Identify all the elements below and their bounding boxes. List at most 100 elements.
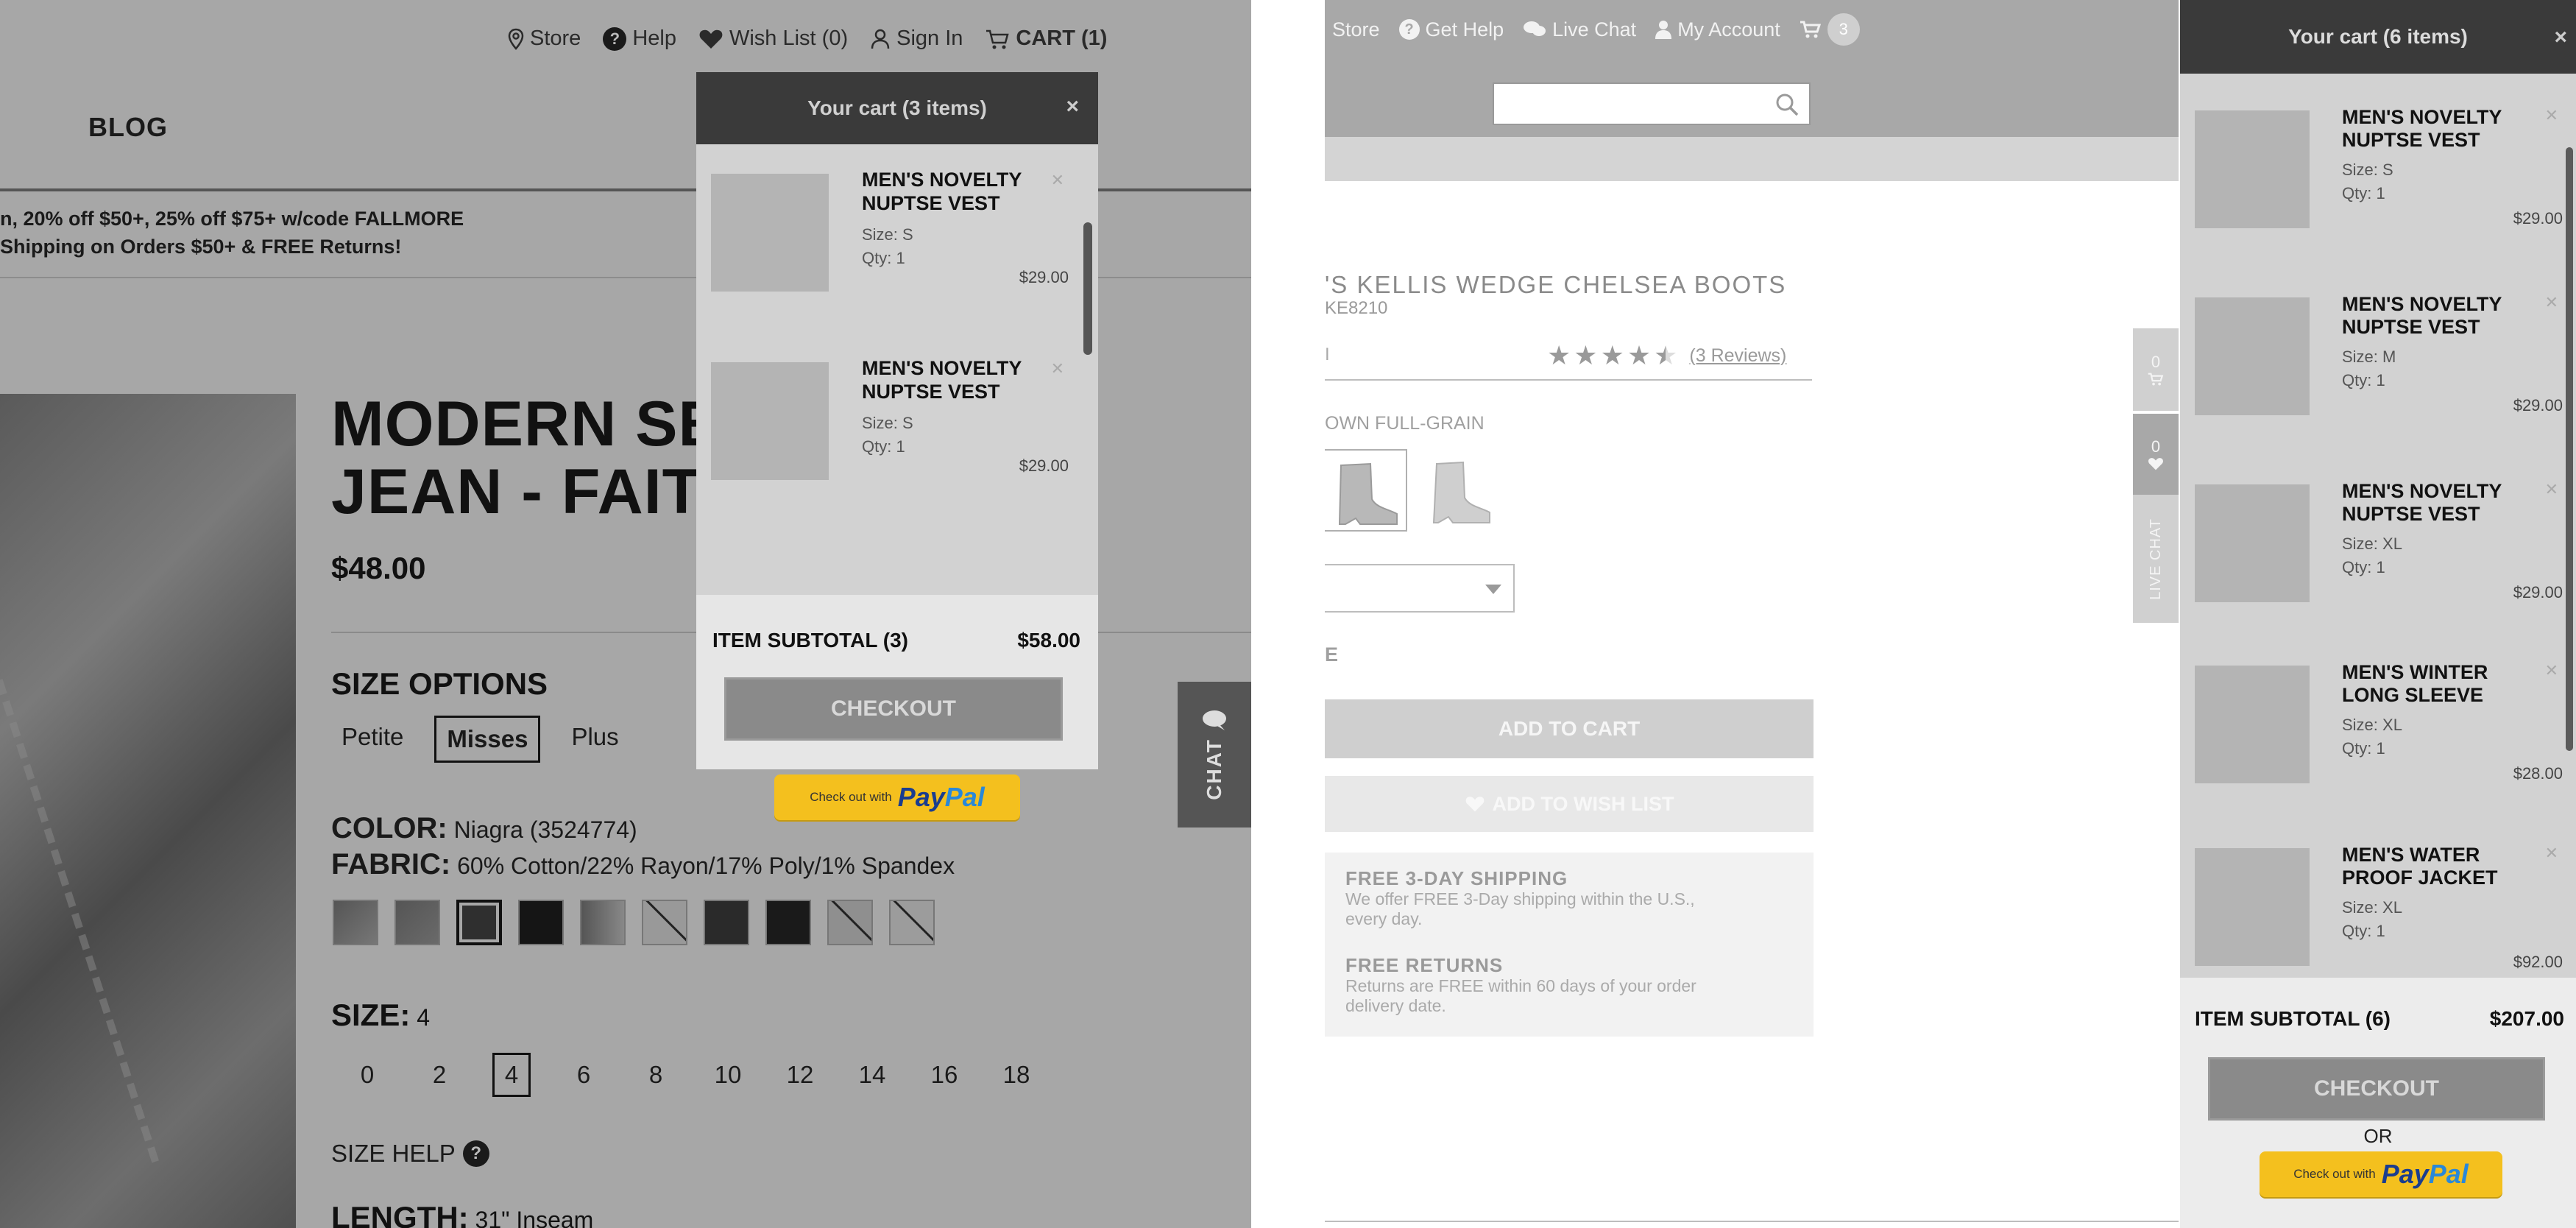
remove-item-icon[interactable]: ✕ [2545,661,2558,680]
cart-item-thumbnail[interactable] [2195,110,2310,228]
cart-item-thumbnail[interactable] [2195,484,2310,602]
paypal-checkout-button[interactable]: Check out with PayPal [2260,1151,2502,1197]
cart-item-list[interactable]: MEN'S NOVELTY NUPTSE VEST Size: S Qty: 1… [696,144,1098,595]
cart-item-qty: Qty: 1 [2342,558,2385,576]
remove-item-icon[interactable]: ✕ [1051,171,1064,190]
cart-item-name[interactable]: MEN'S NOVELTY NUPTSE VEST [2342,106,2526,152]
color-swatch[interactable] [394,900,440,945]
cart-item-thumbnail[interactable] [2195,666,2310,783]
cart-link[interactable]: CART (1) [985,27,1107,51]
color-swatch-selected[interactable] [1325,449,1407,532]
cart-scrollbar[interactable] [1083,222,1092,355]
size-option[interactable]: 12 [764,1049,836,1101]
color-swatch[interactable] [1416,449,1498,532]
cart-item: MEN'S NOVELTY NUPTSE VEST Size: M Qty: 1… [2195,261,2563,448]
cart-item-price: $28.00 [2513,764,2563,783]
size-option-label: 6 [576,1061,591,1088]
cart-item-thumbnail[interactable] [2195,297,2310,415]
cart-link[interactable]: 3 [1800,13,1860,46]
search-input[interactable] [1493,82,1811,125]
size-option-label: 10 [714,1061,742,1088]
search-icon[interactable] [1774,91,1800,118]
blog-nav-link[interactable]: BLOG [88,112,168,143]
or-separator: OR [2363,1125,2393,1147]
fit-option-petite[interactable]: Petite [331,716,414,763]
store-link[interactable]: Store [1332,18,1380,41]
cart-flyout-footer: ITEM SUBTOTAL (6) $207.00 CHECKOUT OR Ch… [2180,978,2576,1228]
size-option-selected[interactable]: 4 [475,1049,548,1101]
cart-item-thumbnail[interactable] [711,174,829,292]
size-option[interactable]: 2 [403,1049,475,1101]
size-option[interactable]: 14 [836,1049,908,1101]
paypal-checkout-button[interactable]: Check out with PayPal [774,774,1020,820]
size-option[interactable]: 0 [331,1049,403,1101]
side-cart-tab[interactable]: 0 [2133,328,2179,411]
cart-item-name[interactable]: MEN'S NOVELTY NUPTSE VEST [862,168,1038,215]
color-swatch[interactable] [765,900,811,945]
color-swatch-selected[interactable] [456,900,502,945]
cart-scrollbar[interactable] [2566,147,2573,751]
cart-item-list[interactable]: MEN'S NOVELTY NUPTSE VEST Size: S Qty: 1… [2180,74,2576,978]
subtotal-value: $58.00 [1017,629,1080,652]
fit-option-plus[interactable]: Plus [561,716,629,763]
cart-item-name[interactable]: MEN'S WINTER LONG SLEEVE [2342,661,2526,707]
add-to-cart-button[interactable]: ADD TO CART [1325,699,1814,758]
size-option[interactable]: 16 [908,1049,980,1101]
cart-item-name[interactable]: MEN'S NOVELTY NUPTSE VEST [2342,293,2526,339]
account-link[interactable]: My Account [1655,18,1780,41]
size-option[interactable]: 10 [692,1049,764,1101]
cart-item-name[interactable]: MEN'S WATER PROOF JACKET [2342,844,2526,889]
remove-item-icon[interactable]: ✕ [1051,359,1064,378]
side-live-chat-tab[interactable]: LIVE CHAT [2133,495,2179,623]
cart-item-name[interactable]: MEN'S NOVELTY NUPTSE VEST [2342,480,2526,526]
store-link[interactable]: Store [508,27,581,51]
help-link[interactable]: ? Get Help [1398,18,1504,41]
color-name: OWN FULL-GRAIN [1325,413,1485,434]
chat-tab[interactable]: CHAT [1178,682,1251,828]
color-swatch[interactable] [333,900,378,945]
size-label: SIZE: [331,998,411,1032]
fit-option-misses[interactable]: Misses [434,716,541,763]
side-wishlist-tab[interactable]: 0 [2133,414,2179,495]
cart-item-size: Size: S [2342,160,2393,179]
remove-item-icon[interactable]: ✕ [2545,106,2558,125]
add-to-wishlist-button[interactable]: ADD TO WISH LIST [1325,776,1814,832]
heart-icon [699,29,723,49]
color-swatch[interactable] [518,900,564,945]
wishlist-link[interactable]: Wish List (0) [698,27,848,51]
cart-subtotal: ITEM SUBTOTAL (6) $207.00 [2195,1007,2564,1031]
heart-icon [2148,458,2163,470]
cart-item-thumbnail[interactable] [2195,848,2310,966]
live-chat-link[interactable]: Live Chat [1523,18,1636,41]
remove-item-icon[interactable]: ✕ [2545,480,2558,499]
cart-item-thumbnail[interactable] [711,362,829,480]
checkout-button[interactable]: CHECKOUT [724,677,1063,741]
size-option[interactable]: 6 [548,1049,620,1101]
color-swatch-unavailable[interactable] [889,900,935,945]
close-icon[interactable]: × [2554,25,2567,50]
size-option[interactable]: 8 [620,1049,692,1101]
close-icon[interactable]: × [1066,94,1079,119]
cart-icon [1800,21,1821,38]
color-swatch[interactable] [580,900,626,945]
color-swatch-unavailable[interactable] [827,900,873,945]
rating-stars[interactable]: ★ ★ ★ ★ ★★ (3 Reviews) [1547,340,1786,371]
color-swatch[interactable] [704,900,749,945]
cart-item-name[interactable]: MEN'S NOVELTY NUPTSE VEST [862,356,1038,403]
cart-icon [2148,373,2164,386]
size-dropdown[interactable] [1325,564,1515,613]
size-help-link[interactable]: SIZE HELP ? [331,1140,489,1168]
remove-item-icon[interactable]: ✕ [2545,844,2558,863]
reviews-link[interactable]: (3 Reviews) [1689,345,1786,367]
signin-link[interactable]: Sign In [870,27,963,51]
cart-icon [986,29,1010,49]
color-swatch-unavailable[interactable] [642,900,687,945]
product-image[interactable] [0,394,362,1228]
remove-item-icon[interactable]: ✕ [2545,293,2558,312]
checkout-button[interactable]: CHECKOUT [2208,1057,2545,1121]
cart-item-size: Size: XL [2342,898,2402,917]
cart-flyout-footer: ITEM SUBTOTAL (3) $58.00 CHECKOUT Check … [696,595,1098,820]
help-link[interactable]: ? Help [603,27,676,51]
size-option[interactable]: 18 [980,1049,1052,1101]
cart-item-price: $92.00 [2513,953,2563,971]
